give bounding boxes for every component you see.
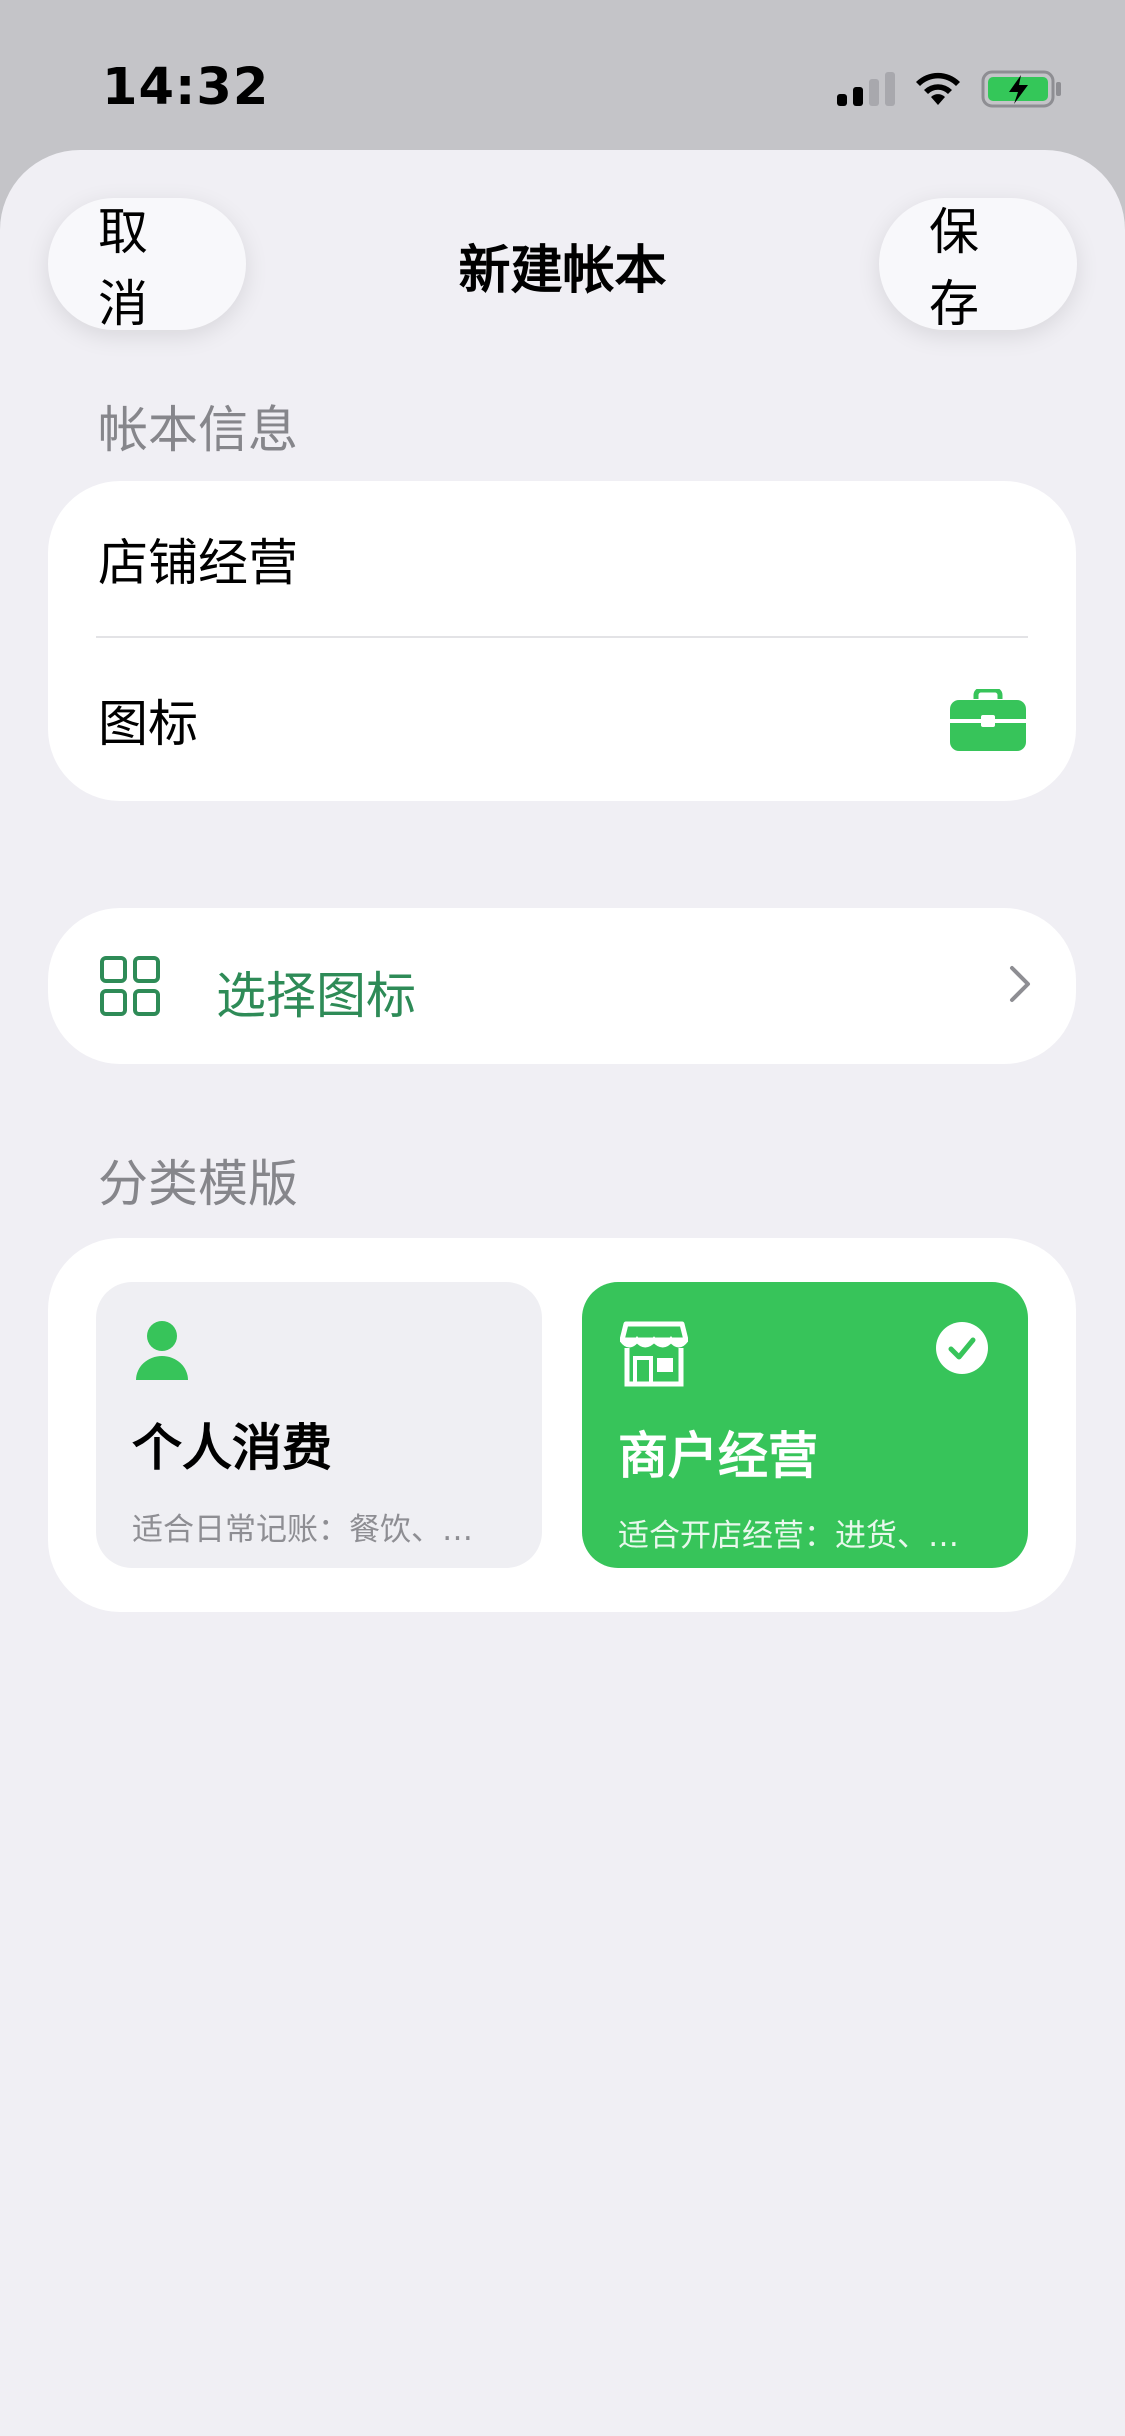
ledger-name-input[interactable] [98, 530, 898, 588]
icon-row[interactable]: 图标 [98, 638, 1026, 801]
template-merchant[interactable]: 商户经营 适合开店经营：进货、… [582, 1282, 1028, 1568]
status-bar: 14:32 [0, 0, 1125, 150]
person-icon [136, 1321, 188, 1380]
icon-row-label: 图标 [98, 694, 198, 753]
template-personal[interactable]: 个人消费 适合日常记账：餐饮、… [96, 1282, 542, 1568]
chevron-right-icon [1010, 966, 1030, 1002]
save-button[interactable]: 保存 [879, 198, 1077, 333]
template-personal-description: 适合日常记账：餐饮、… [132, 1512, 473, 1548]
storefront-icon [620, 1321, 688, 1387]
ledger-name-row [98, 481, 1026, 637]
template-personal-title: 个人消费 [132, 1419, 332, 1477]
template-merchant-title: 商户经营 [618, 1427, 818, 1485]
ledger-info-header: 帐本信息 [98, 401, 298, 459]
briefcase-icon [950, 688, 1026, 751]
category-template-header: 分类模版 [98, 1155, 298, 1213]
choose-icon-label: 选择图标 [216, 967, 416, 1025]
choose-icon-button[interactable]: 选择图标 [48, 908, 1076, 1064]
grid-icon [100, 956, 160, 1016]
status-icons [837, 64, 1063, 114]
cellular-signal-icon [837, 72, 895, 106]
wifi-icon [916, 72, 960, 105]
template-merchant-description: 适合开店经营：进货、… [618, 1518, 959, 1554]
battery-charging-icon [981, 70, 1061, 108]
new-ledger-sheet: 取消 新建帐本 保存 帐本信息 图标 选择图标 分类模版 [0, 150, 1125, 2436]
checkmark-icon [936, 1322, 988, 1374]
status-time: 14:32 [102, 58, 270, 117]
category-template-card: 个人消费 适合日常记账：餐饮、… 商户经营 适合开店经营：进货、… [48, 1238, 1076, 1612]
ledger-info-card: 图标 [48, 481, 1076, 801]
